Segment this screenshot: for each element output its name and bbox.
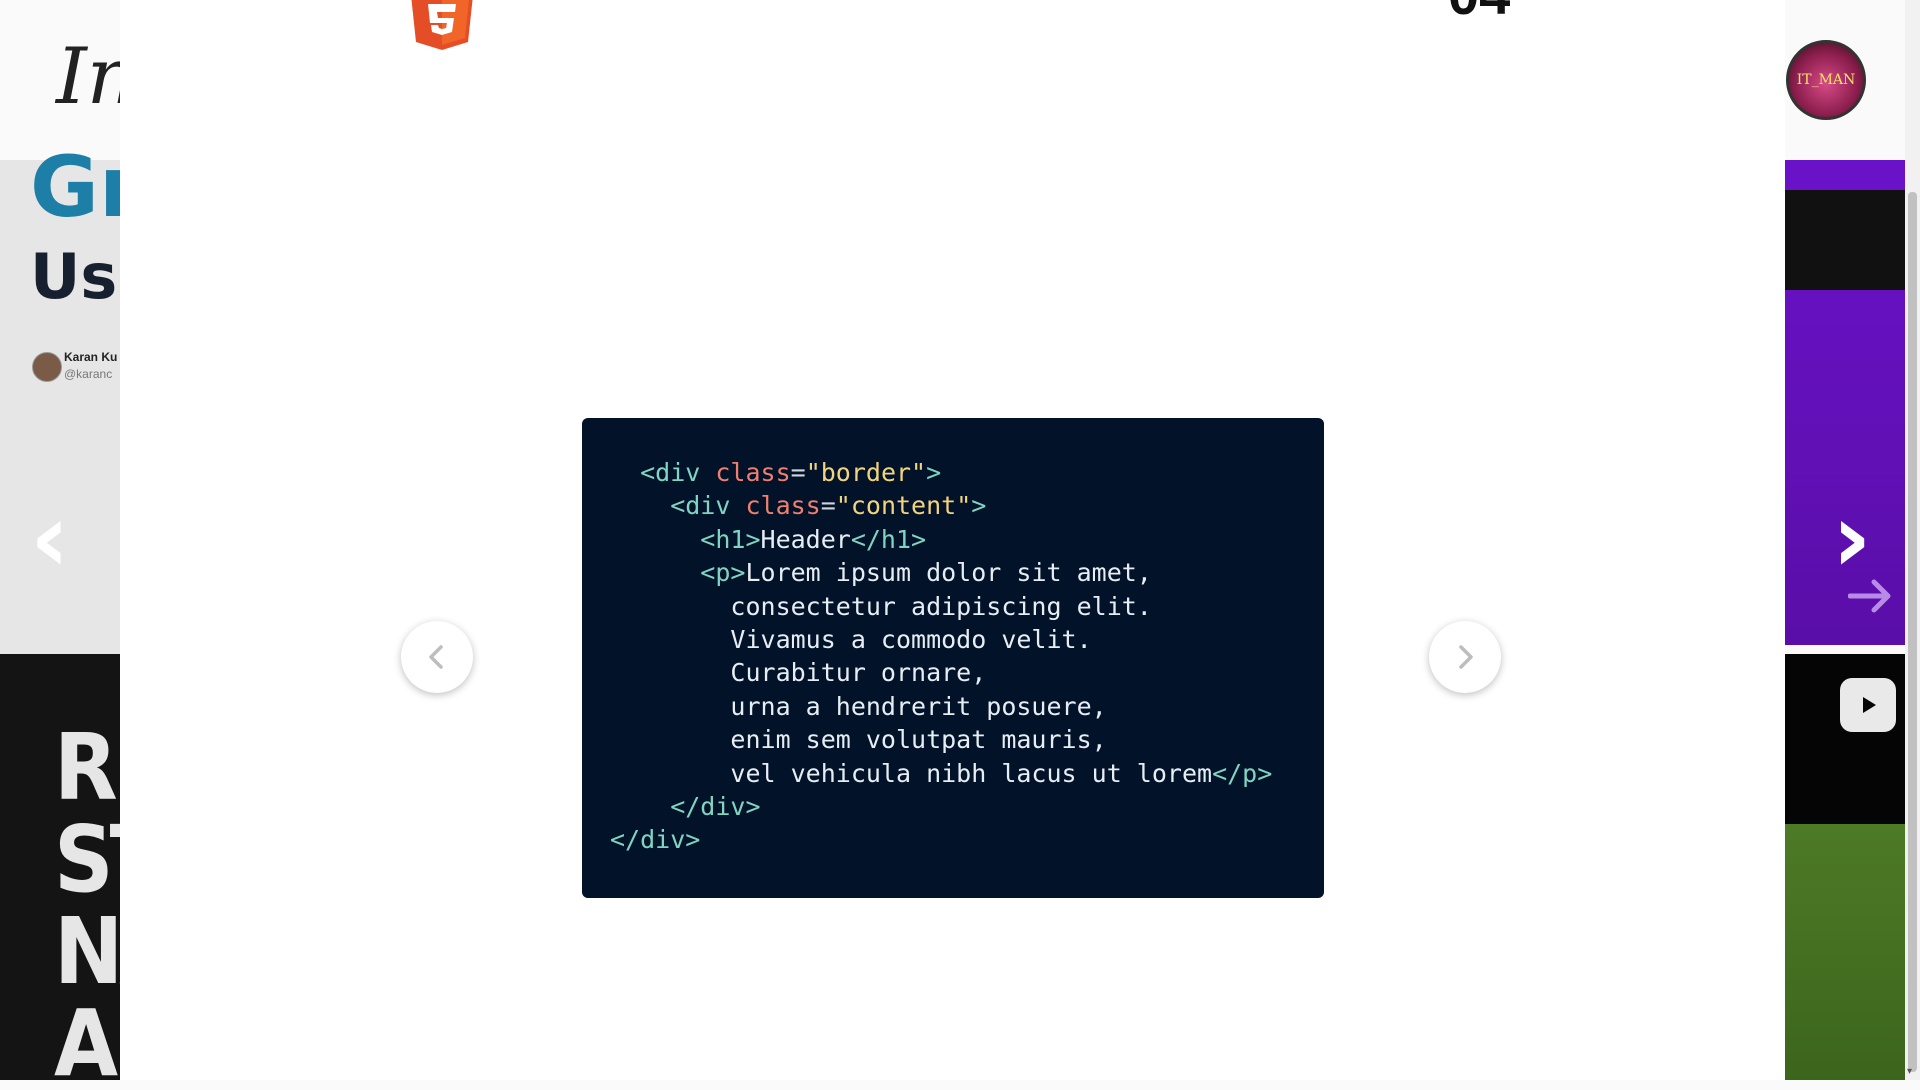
code-line: enim sem volutpat mauris, [582,723,1324,756]
code-token: class [745,491,821,521]
code-token: </div> [610,792,761,822]
code-token: "border" [805,458,927,487]
author-handle: @karanc [64,367,113,381]
code-line: vel vehicula nibh lacus ut lorem</p> [582,757,1324,790]
code-block: <div class="border"> <div class="content… [582,456,1324,857]
code-token: Header [760,524,851,554]
code-token: <p> [610,558,746,588]
code-token: </div> [610,825,701,855]
code-line: <div class="content"> [582,489,1324,522]
code-line: <h1>Header</h1> [582,523,1324,556]
code-token: > [971,491,987,521]
code-token: Vivamus a commodo velit. [610,625,1092,655]
code-token: Curabitur ornare, [610,658,987,688]
arrow-right-icon [1848,579,1891,613]
code-token: urna a hendrerit posuere, [610,691,1107,721]
background-header-left: In [0,0,137,161]
chevron-right-icon [1459,645,1473,669]
prev-slide-button[interactable] [401,621,473,693]
slide-number: 04 [1448,0,1510,27]
profile-avatar[interactable]: IT_MAN [1786,40,1866,120]
code-line: <p>Lorem ipsum dolor sit amet, [582,556,1324,589]
reels-icon [1840,678,1896,732]
scrollbar-thumb[interactable] [1908,192,1917,1072]
next-slide-button[interactable] [1429,621,1501,693]
code-line: Vivamus a commodo velit. [582,623,1324,656]
image-viewer-modal: 04 <div class="border"> <div class="cont… [120,0,1785,1080]
code-token: enim sem volutpat mauris, [610,725,1107,755]
author-avatar [32,352,62,382]
author-name: Karan Ku [64,350,118,364]
code-token: </p> [1212,758,1273,788]
code-token: </h1> [850,524,927,554]
html5-logo-icon [411,0,473,50]
code-line: urna a hendrerit posuere, [582,690,1324,723]
code-line: </div> [582,790,1324,823]
code-token: vel vehicula nibh lacus ut lorem [610,758,1213,788]
code-token: = [820,491,836,521]
code-line: <div class="border"> [582,456,1324,489]
code-token: <div [610,458,716,487]
code-token: <div [610,491,746,521]
code-line: consectetur adipiscing elit. [582,590,1324,623]
code-token: Lorem ipsum dolor sit amet, [745,558,1152,588]
chevron-left-icon [429,645,443,669]
code-token: = [790,458,806,487]
background-chevron-left-icon[interactable]: ‹ [30,490,70,586]
code-token: <h1> [610,524,761,554]
code-token: "content" [835,491,972,521]
background-chevron-right-icon[interactable]: › [1832,490,1872,586]
code-token: > [926,458,942,487]
code-image: <div class="border"> <div class="content… [582,418,1324,898]
background-grass-card [1785,824,1905,1080]
background-dark-strip [1785,190,1905,290]
code-token: consectetur adipiscing elit. [610,591,1152,621]
code-token: class [715,458,791,487]
code-line: Curabitur ornare, [582,656,1324,689]
scroll-down-arrow-icon[interactable]: ▾ [1907,1066,1912,1077]
code-line: </div> [582,823,1324,856]
